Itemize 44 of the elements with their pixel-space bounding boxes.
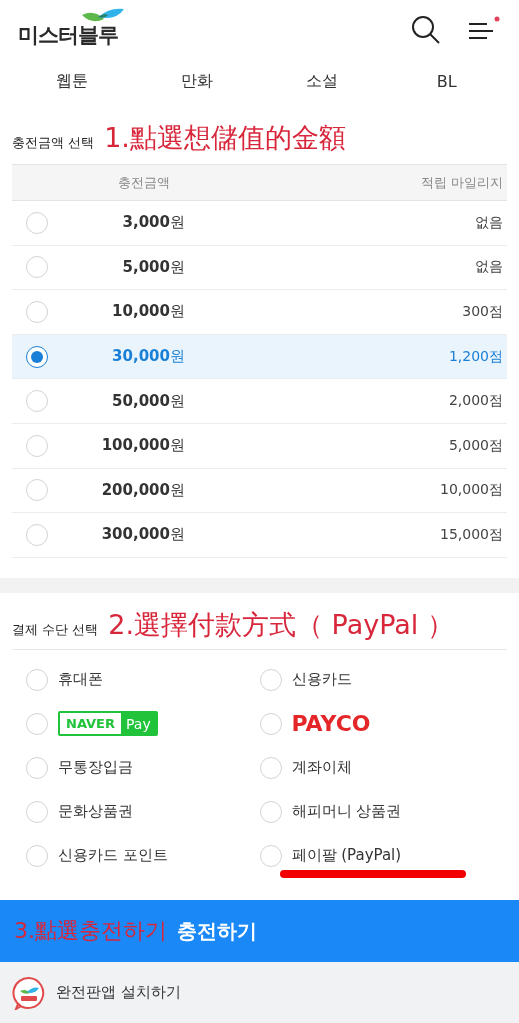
charge-button[interactable]: 3.點選충전하기 충전하기 [0, 900, 519, 962]
method-label: 휴대폰 [58, 670, 103, 690]
method-label: 페이팔 (PayPal) [291, 846, 402, 866]
nav-tab[interactable]: 웹툰 [22, 70, 123, 92]
amount: 100,000원 [101, 436, 185, 456]
amount: 5,000원 [122, 257, 185, 277]
search-icon[interactable] [411, 15, 441, 45]
method-label: 계좌이체 [291, 758, 352, 778]
column-header: 충전금액 [117, 173, 170, 192]
nav-tab[interactable]: 만화 [147, 70, 248, 92]
amount-row[interactable]: 30,000원 1,200점 [12, 334, 507, 380]
payco-logo: PAYCO [291, 711, 371, 737]
amount: 3,000원 [122, 213, 185, 233]
section-title: 충전금액 선택 [12, 134, 95, 152]
annotation: 3.點選충전하기 [14, 917, 167, 945]
radio-button[interactable] [26, 345, 48, 368]
section-title: 결제 수단 선택 [12, 620, 99, 639]
mileage: 1,200점 [448, 347, 504, 366]
naver-pay-logo: NAVER Pay [58, 711, 158, 737]
amount: 30,000원 [112, 347, 185, 367]
install-app-link[interactable]: 완전판앱 설치하기 [56, 983, 181, 1002]
mileage: 2,000점 [448, 392, 504, 411]
method-label: 문화상품권 [58, 802, 133, 822]
amount: 10,000원 [112, 302, 185, 322]
column-header: 적립 마일리지 [420, 173, 504, 192]
annotation: 2.選擇付款方式（ PayPal ） [108, 607, 454, 642]
mileage: 15,000점 [440, 525, 504, 544]
nav-tab[interactable]: 소설 [271, 70, 372, 92]
mileage: 300점 [462, 303, 504, 321]
method-label: 무통장입금 [58, 758, 133, 778]
method-label: 신용카드 [291, 670, 352, 690]
method-label: 해피머니 상품권 [291, 802, 402, 822]
mileage: 10,000점 [440, 481, 504, 500]
annotation: 1.點選想儲值的金額 [104, 121, 346, 155]
mileage: 없음 [475, 213, 504, 232]
nav-tab[interactable]: BL [396, 71, 497, 91]
amount: 300,000원 [101, 525, 185, 545]
mileage: 5,000점 [448, 436, 504, 455]
amount: 50,000원 [112, 391, 185, 411]
method-label: 신용카드 포인트 [58, 846, 168, 866]
logo[interactable]: 미스터블루 [18, 21, 118, 49]
mileage: 없음 [475, 258, 504, 277]
amount: 200,000원 [101, 480, 185, 500]
app-icon [12, 975, 46, 1010]
